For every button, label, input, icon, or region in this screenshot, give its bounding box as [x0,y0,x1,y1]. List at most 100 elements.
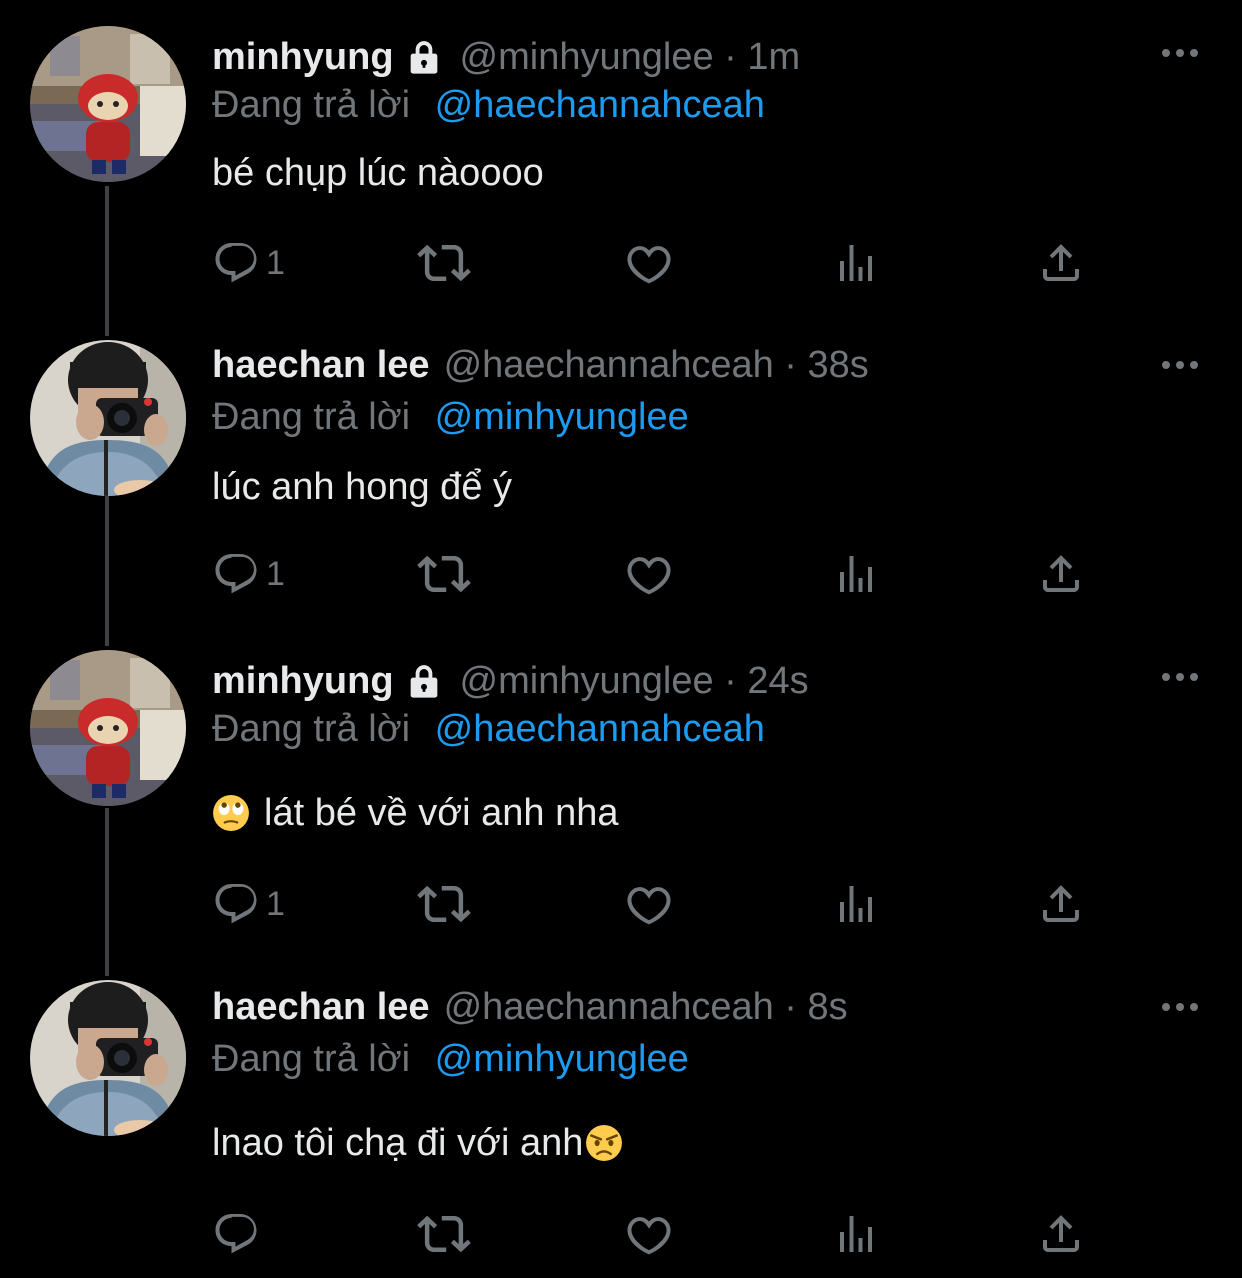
user-handle[interactable]: @haechannahceah [444,982,774,1032]
display-name[interactable]: haechan lee [212,982,430,1032]
display-name[interactable]: minhyung [212,32,394,82]
display-name[interactable]: minhyung [212,656,394,706]
face-with-rolling-eyes-emoji [213,795,249,831]
tweet-actions: 1 [212,546,1112,602]
user-handle[interactable]: @minhyunglee [460,656,714,706]
share-button[interactable] [1037,235,1085,291]
more-options-button[interactable] [1158,350,1202,380]
like-button[interactable] [625,876,673,932]
share-icon [1043,885,1079,922]
user-handle[interactable]: @minhyunglee [460,32,714,82]
analytics-icon [840,886,872,922]
retweet-button[interactable] [417,1206,471,1262]
tweet-text: lát bé về với anh nha [212,788,619,838]
tweet[interactable]: minhyung @minhyunglee · 24s Đang trả lời… [0,620,1242,950]
display-name[interactable]: haechan lee [212,340,430,390]
more-options-button[interactable] [1158,662,1202,692]
retweet-icon [417,244,471,282]
tweet-text-content: lát bé về với anh nha [264,792,619,834]
tweet-header: minhyung @minhyunglee · 1m [212,32,800,82]
avatar[interactable] [30,26,186,182]
tweet[interactable]: minhyung @minhyunglee · 1m Đang trả lời … [0,0,1242,310]
person-with-camera-avatar [30,340,186,496]
separator-dot: · [773,986,808,1028]
reply-icon [215,554,257,594]
avatar[interactable] [30,980,186,1136]
user-handle[interactable]: @haechannahceah [444,340,774,390]
analytics-icon [840,1216,872,1252]
share-button[interactable] [1037,876,1085,932]
retweet-button[interactable] [417,876,471,932]
tweet-text-content: lúc anh hong để ý [212,466,513,508]
tweet-header: minhyung @minhyunglee · 24s [212,656,809,706]
replying-to-handle[interactable]: @haechannahceah [435,708,765,750]
like-button[interactable] [625,546,673,602]
tweet-header: haechan lee @haechannahceah · 38s [212,340,869,390]
spiderman-bear-plush-avatar [30,650,186,806]
timestamp[interactable]: 1m [747,32,800,82]
more-dots-icon [1162,49,1198,57]
lock-icon [410,665,437,698]
tweet-text-content: lnao tôi chạ đi với anh [212,1122,584,1164]
reply-button[interactable] [212,1206,266,1262]
reply-button[interactable]: 1 [212,876,285,932]
reply-button[interactable]: 1 [212,235,285,291]
tweet-text: lnao tôi chạ đi với anh [212,1118,623,1168]
retweet-button[interactable] [417,546,471,602]
separator-dot: · [713,660,748,702]
share-button[interactable] [1037,546,1085,602]
timestamp[interactable]: 24s [747,656,808,706]
share-icon [1043,244,1079,281]
retweet-button[interactable] [417,235,471,291]
heart-icon [627,246,671,284]
like-button[interactable] [625,1206,673,1262]
views-button[interactable] [832,1206,880,1262]
angry-face-emoji [586,1125,623,1161]
tweet-actions: 1 [212,876,1112,932]
tweet[interactable]: haechan lee @haechannahceah · 8s Đang tr… [0,950,1242,1278]
replying-to-handle[interactable]: @minhyunglee [435,1038,689,1080]
views-button[interactable] [832,235,880,291]
avatar[interactable] [30,650,186,806]
heart-icon [627,887,671,925]
avatar[interactable] [30,340,186,496]
tweet-text: bé chụp lúc nàoooo [212,148,544,198]
replying-to: Đang trả lời @minhyunglee [212,1034,689,1084]
replying-to-label: Đang trả lời [212,396,411,438]
person-with-camera-avatar [30,980,186,1136]
spiderman-bear-plush-avatar [30,26,186,182]
heart-icon [627,1217,671,1255]
reply-count: 1 [266,243,285,282]
share-icon [1043,1215,1079,1252]
replying-to-handle[interactable]: @minhyunglee [435,396,689,438]
reply-count: 1 [266,554,285,593]
reply-icon [215,884,257,924]
tweet-actions [212,1206,1112,1262]
tweet-actions: 1 [212,235,1112,291]
reply-icon [215,243,257,283]
tweet-header: haechan lee @haechannahceah · 8s [212,982,848,1032]
more-options-button[interactable] [1158,992,1202,1022]
timestamp[interactable]: 8s [808,982,848,1032]
heart-icon [627,557,671,595]
replying-to-label: Đang trả lời [212,84,411,126]
replying-to-handle[interactable]: @haechannahceah [435,84,765,126]
replying-to-label: Đang trả lời [212,708,411,750]
share-button[interactable] [1037,1206,1085,1262]
replying-to: Đang trả lời @haechannahceah [212,80,765,130]
views-button[interactable] [832,546,880,602]
analytics-icon [840,556,872,592]
more-dots-icon [1162,673,1198,681]
share-icon [1043,555,1079,592]
reply-thread: minhyung @minhyunglee · 1m Đang trả lời … [0,0,1242,1278]
tweet[interactable]: haechan lee @haechannahceah · 38s Đang t… [0,310,1242,620]
more-options-button[interactable] [1158,38,1202,68]
lock-icon [410,41,437,74]
like-button[interactable] [625,235,673,291]
more-dots-icon [1162,361,1198,369]
more-dots-icon [1162,1003,1198,1011]
timestamp[interactable]: 38s [808,340,869,390]
views-button[interactable] [832,876,880,932]
separator-dot: · [713,36,748,78]
reply-button[interactable]: 1 [212,546,285,602]
